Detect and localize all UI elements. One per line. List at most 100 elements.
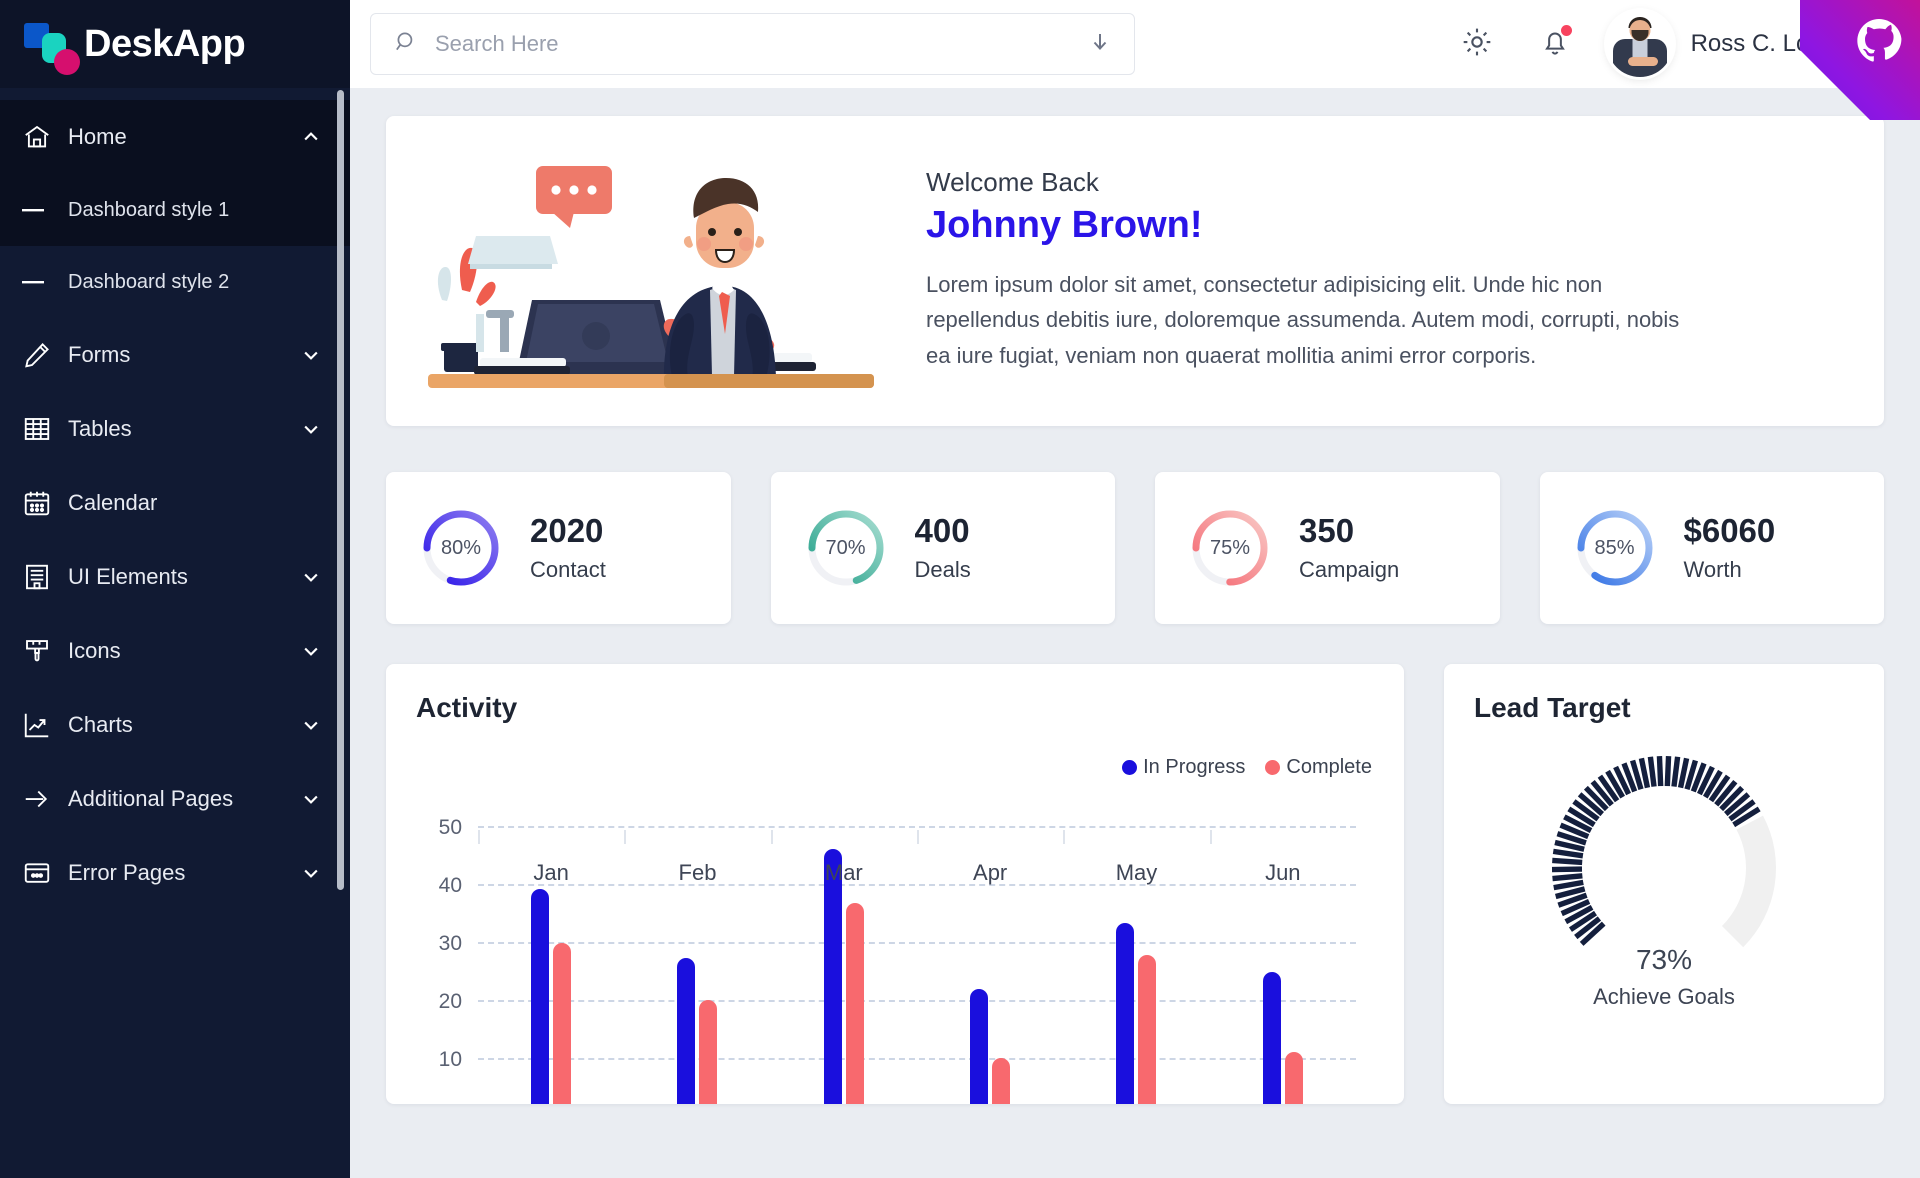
brand[interactable]: DeskApp (0, 0, 350, 88)
x-axis-tick-label: May (1063, 860, 1209, 886)
stat-label: Campaign (1299, 557, 1399, 583)
chart-bar[interactable] (1285, 1052, 1303, 1104)
chart-bar[interactable] (992, 1058, 1010, 1104)
progress-ring: 75% (1189, 507, 1271, 589)
bar-group: Apr (917, 826, 1063, 1104)
search-input[interactable] (435, 31, 1088, 57)
search-box[interactable] (370, 13, 1135, 75)
progress-percent: 80% (420, 507, 502, 589)
x-axis-tick-label: Feb (624, 860, 770, 886)
sidebar-item-label: Home (68, 124, 300, 150)
legend-dot (1122, 760, 1137, 775)
stat-value: $6060 (1684, 513, 1776, 549)
sidebar: DeskApp Home Dashboard style 1 (0, 0, 350, 1178)
bar-group: Feb (624, 826, 770, 1104)
plot-area: 50403020100JanFebMarAprMayJun (478, 826, 1356, 1104)
gauge-tick (1553, 876, 1583, 879)
avatar[interactable] (1607, 11, 1673, 77)
chart-bar[interactable] (553, 943, 571, 1104)
settings-button[interactable] (1451, 18, 1503, 70)
radial-tick-gauge (1540, 744, 1788, 992)
chevron-down-icon[interactable] (300, 863, 322, 883)
table-grid-icon (22, 414, 68, 444)
legend-label: In Progress (1143, 756, 1245, 779)
sidebar-item-ui-elements[interactable]: UI Elements (0, 540, 350, 614)
chevron-down-icon[interactable] (300, 419, 322, 439)
search-icon (393, 29, 419, 60)
sidebar-subitem-label: Dashboard style 1 (68, 199, 229, 222)
activity-chart-card: Activity In Progress Complete 5040302010… (386, 664, 1404, 1104)
x-axis-tick-label: Jun (1210, 860, 1356, 886)
welcome-card: Welcome Back Johnny Brown! Lorem ipsum d… (386, 116, 1884, 426)
x-axis-tick-label: Mar (771, 860, 917, 886)
gauge-container: 73% Achieve Goals (1444, 744, 1884, 1010)
stat-card-deals[interactable]: 70% 400 Deals (771, 472, 1116, 624)
trending-up-icon (22, 710, 68, 740)
gauge-tick (1667, 756, 1668, 786)
sidebar-item-dashboard-style-2[interactable]: Dashboard style 2 (0, 246, 350, 318)
x-axis-tickmark (1063, 830, 1065, 844)
y-axis-tick-label: 10 (439, 1048, 462, 1072)
x-axis-tickmark (917, 830, 919, 844)
stat-value: 400 (915, 513, 971, 549)
bar-groups: JanFebMarAprMayJun (478, 826, 1356, 1104)
chart-bar[interactable] (1263, 972, 1281, 1104)
chart-bar[interactable] (699, 1000, 717, 1104)
businessman-desk-illustration (414, 140, 884, 400)
stat-card-contact[interactable]: 80% 2020 Contact (386, 472, 731, 624)
sidebar-item-charts[interactable]: Charts (0, 688, 350, 762)
brand-name: DeskApp (84, 23, 245, 66)
legend-dot (1265, 760, 1280, 775)
sidebar-item-tables[interactable]: Tables (0, 392, 350, 466)
dash-icon (22, 279, 68, 285)
bar-group: Mar (771, 826, 917, 1104)
stat-cards: 80% 2020 Contact (386, 472, 1884, 624)
sidebar-item-label: Tables (68, 416, 300, 442)
bar-group: Jan (478, 826, 624, 1104)
chevron-down-icon[interactable] (300, 345, 322, 365)
github-corner[interactable] (1800, 0, 1920, 120)
sidebar-item-forms[interactable]: Forms (0, 318, 350, 392)
sidebar-item-home[interactable]: Home (0, 100, 350, 174)
dash-icon (22, 207, 68, 213)
legend-item-in-progress[interactable]: In Progress (1122, 756, 1245, 779)
stat-card-campaign[interactable]: 75% 350 Campaign (1155, 472, 1500, 624)
y-axis-tick-label: 50 (439, 816, 462, 840)
gauge-tick (1554, 882, 1584, 887)
chart-bar[interactable] (677, 958, 695, 1104)
arrow-down-icon[interactable] (1088, 30, 1112, 59)
chevron-up-icon[interactable] (300, 127, 322, 147)
chart-bar[interactable] (824, 849, 842, 1104)
x-axis-tick-label: Apr (917, 860, 1063, 886)
chart-bar[interactable] (531, 889, 549, 1104)
sidebar-item-calendar[interactable]: Calendar (0, 466, 350, 540)
sidebar-item-dashboard-style-1[interactable]: Dashboard style 1 (0, 174, 350, 246)
legend-item-complete[interactable]: Complete (1265, 756, 1372, 779)
chart-bar[interactable] (1138, 955, 1156, 1104)
chart-legend: In Progress Complete (1122, 756, 1372, 779)
sidebar-item-label: UI Elements (68, 564, 300, 590)
welcome-user-name: Johnny Brown! (926, 204, 1686, 247)
chevron-down-icon[interactable] (300, 641, 322, 661)
notification-badge-dot (1561, 25, 1572, 36)
chart-bar[interactable] (1116, 923, 1134, 1104)
progress-ring: 85% (1574, 507, 1656, 589)
chevron-down-icon[interactable] (300, 567, 322, 587)
sidebar-scrollbar-thumb[interactable] (337, 90, 344, 890)
chart-bar[interactable] (846, 903, 864, 1104)
x-axis-tickmark (771, 830, 773, 844)
calendar-icon (22, 488, 68, 518)
stat-card-worth[interactable]: 85% $6060 Worth (1540, 472, 1885, 624)
notifications-button[interactable] (1529, 18, 1581, 70)
sidebar-item-additional-pages[interactable]: Additional Pages (0, 762, 350, 836)
github-icon (1856, 18, 1902, 64)
dashboard-page: DeskApp Home Dashboard style 1 (0, 0, 1920, 1178)
chart-bar[interactable] (970, 989, 988, 1104)
gauge-tick (1659, 756, 1660, 786)
chevron-down-icon[interactable] (300, 789, 322, 809)
chevron-down-icon[interactable] (300, 715, 322, 735)
sidebar-item-icons[interactable]: Icons (0, 614, 350, 688)
progress-percent: 75% (1189, 507, 1271, 589)
sidebar-item-label: Icons (68, 638, 300, 664)
sidebar-item-error-pages[interactable]: Error Pages (0, 836, 350, 910)
